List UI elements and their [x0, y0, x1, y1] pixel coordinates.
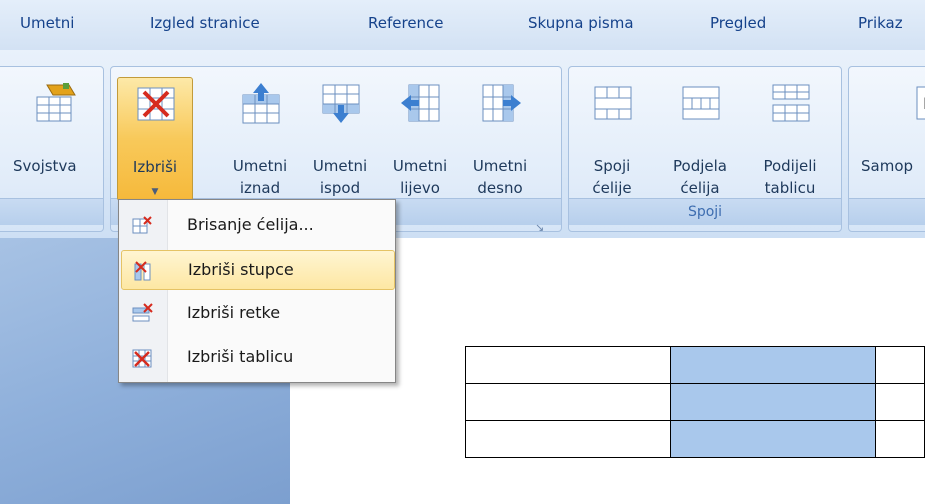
- merge-cells-icon: [594, 86, 632, 120]
- podjela-celija-label: Podjela ćelija: [673, 157, 727, 197]
- delete-columns-icon: [134, 261, 151, 281]
- podijeli-tablicu-button[interactable]: Podijeli tablicu: [749, 77, 831, 199]
- table-cell-selected[interactable]: [670, 420, 877, 458]
- document-table[interactable]: [464, 346, 925, 458]
- umetni-ispod-label: Umetni ispod: [312, 157, 368, 197]
- table-cell-selected[interactable]: [670, 346, 877, 384]
- table-cell[interactable]: [464, 346, 672, 384]
- tab-skupna-pisma[interactable]: Skupna pisma: [528, 14, 634, 32]
- tab-izgled-stranice[interactable]: Izgled stranice: [150, 14, 260, 32]
- menu-item-izbrisi-retke[interactable]: Izbriši retke: [121, 294, 393, 332]
- samop-button[interactable]: H Samop: [853, 77, 925, 199]
- table-cell[interactable]: [875, 346, 925, 384]
- izbrisi-button[interactable]: Izbriši ▼: [117, 77, 193, 201]
- menu-item-izbrisi-stupce[interactable]: Izbriši stupce: [121, 250, 395, 290]
- samop-label: Samop: [861, 157, 914, 175]
- umetni-ispod-button[interactable]: Umetni ispod: [303, 77, 377, 199]
- izbrisi-label: Izbriši ▼: [132, 158, 178, 197]
- tab-umetni[interactable]: Umetni: [20, 14, 74, 32]
- ribbon-group-spoji: Spoji Spoji ćelije Podjela ćelija Podije…: [568, 66, 842, 232]
- split-cells-icon: [682, 86, 720, 120]
- umetni-iznad-button[interactable]: Umetni iznad: [223, 77, 297, 199]
- table-cell[interactable]: [875, 420, 925, 458]
- menu-item-brisanje-celija[interactable]: Brisanje ćelija...: [121, 206, 393, 244]
- table-cell-selected[interactable]: [670, 383, 877, 421]
- table-cell[interactable]: [875, 383, 925, 421]
- table-row: [464, 383, 925, 421]
- tab-pregled[interactable]: Pregled: [710, 14, 766, 32]
- podijeli-tablicu-label: Podijeli tablicu: [763, 157, 817, 197]
- umetni-desno-button[interactable]: Umetni desno: [463, 77, 537, 199]
- delete-dropdown-menu: Brisanje ćelija... Izbriši stupce Izbriš…: [118, 199, 396, 383]
- table-cell[interactable]: [464, 420, 672, 458]
- svojstva-button[interactable]: Svojstva: [0, 77, 103, 199]
- tab-prikaz[interactable]: Prikaz: [858, 14, 903, 32]
- chevron-down-icon: ▼: [151, 187, 159, 197]
- delete-cells-icon: [132, 216, 152, 234]
- autofit-icon: H: [916, 86, 925, 120]
- insert-column-right-icon: [482, 84, 521, 122]
- ribbon-group-table-label: [0, 198, 103, 225]
- insert-row-below-icon: [322, 84, 360, 123]
- menu-item-izbrisi-tablicu[interactable]: Izbriši tablicu: [121, 338, 393, 376]
- delete-table-icon: [132, 349, 152, 368]
- menu-item-label: Brisanje ćelija...: [187, 215, 314, 234]
- table-row: [464, 346, 925, 384]
- ribbon-tab-strip: Umetni Izgled stranice Reference Skupna …: [0, 0, 925, 50]
- table-row: [464, 420, 925, 458]
- split-table-icon: [772, 84, 810, 122]
- table-cell[interactable]: [464, 383, 672, 421]
- svojstva-label: Svojstva: [13, 157, 77, 175]
- spoji-celije-label: Spoji ćelije: [592, 157, 632, 197]
- ribbon-group-cell-size-label: [849, 198, 925, 225]
- ribbon-group-spoji-label: Spoji: [569, 198, 841, 225]
- podjela-celija-button[interactable]: Podjela ćelija: [663, 77, 737, 199]
- umetni-lijevo-label: Umetni lijevo: [392, 157, 448, 197]
- umetni-desno-label: Umetni desno: [472, 157, 528, 197]
- umetni-iznad-label: Umetni iznad: [232, 157, 288, 197]
- dialog-launcher-icon[interactable]: ↘: [535, 221, 544, 234]
- delete-rows-icon: [132, 303, 153, 322]
- spoji-celije-button[interactable]: Spoji ćelije: [575, 77, 649, 199]
- ribbon-group-cell-size: H Samop: [848, 66, 925, 232]
- insert-row-above-icon: [242, 83, 280, 124]
- menu-item-label: Izbriši stupce: [188, 260, 294, 279]
- table-properties-icon: [36, 83, 76, 122]
- menu-item-label: Izbriši retke: [187, 303, 281, 322]
- tab-reference[interactable]: Reference: [368, 14, 444, 32]
- ribbon-group-table: Svojstva: [0, 66, 104, 232]
- menu-item-label: Izbriši tablicu: [187, 347, 294, 366]
- umetni-lijevo-button[interactable]: Umetni lijevo: [383, 77, 457, 199]
- insert-column-left-icon: [401, 84, 440, 122]
- delete-table-icon: [137, 87, 175, 121]
